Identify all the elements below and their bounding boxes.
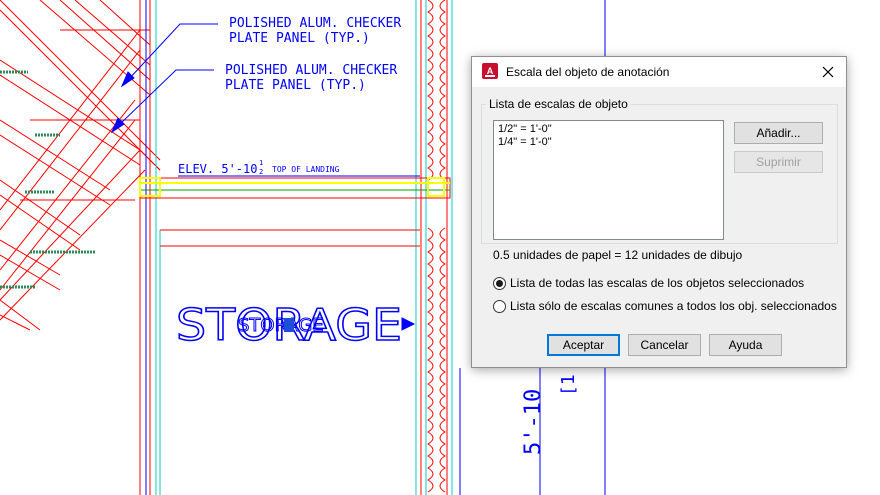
radio-all-scales-button[interactable] — [493, 276, 506, 290]
close-button[interactable] — [816, 61, 840, 83]
radio-all-scales[interactable]: Lista de todas las escalas de los objeto… — [493, 276, 804, 290]
stair-nosing-marks — [0, 70, 95, 289]
ok-button[interactable]: Aceptar — [547, 334, 620, 356]
grip-handle[interactable] — [284, 318, 294, 332]
scale-listbox[interactable]: 1/2" = 1'-0" 1/4" = 1'-0" — [493, 120, 724, 240]
dialog-title: Escala del objeto de anotación — [506, 65, 670, 79]
annotation-scale-dialog: A Escala del objeto de anotación Lista d… — [471, 56, 847, 368]
svg-text:A: A — [487, 66, 494, 76]
room-label-small: STORAGE — [238, 315, 324, 336]
scale-ratio-text: 0.5 unidades de papel = 12 unidades de d… — [493, 248, 743, 262]
cancel-button[interactable]: Cancelar — [628, 334, 701, 356]
elevation-suffix: TOP OF LANDING — [272, 165, 340, 174]
radio-common-scales-button[interactable] — [493, 299, 506, 313]
add-scale-button[interactable]: Añadir... — [734, 122, 823, 144]
note-1-line-2: PLATE PANEL (TYP.) — [229, 31, 370, 46]
dialog-titlebar[interactable]: A Escala del objeto de anotación — [472, 57, 846, 87]
note-1-line-1: POLISHED ALUM. CHECKER — [229, 16, 401, 31]
help-button[interactable]: Ayuda — [709, 334, 782, 356]
landing-slab — [139, 175, 451, 247]
radio-common-scales-label: Lista sólo de escalas comunes a todos lo… — [510, 299, 837, 313]
insulation-pattern — [427, 0, 446, 493]
note-2-line-2: PLATE PANEL (TYP.) — [225, 78, 366, 93]
elevation-fraction-num: 1 — [259, 159, 263, 167]
list-item[interactable]: 1/4" = 1'-0" — [498, 136, 719, 149]
stair-hatching — [0, 0, 161, 331]
note-2-line-1: POLISHED ALUM. CHECKER — [225, 63, 397, 78]
radio-common-scales[interactable]: Lista sólo de escalas comunes a todos lo… — [493, 299, 837, 313]
radio-all-scales-label: Lista de todas las escalas de los objeto… — [510, 276, 805, 290]
list-item[interactable]: 1/2" = 1'-0" — [498, 123, 719, 136]
elevation-fraction-den: 2 — [259, 168, 263, 176]
autocad-app-icon: A — [482, 63, 498, 79]
remove-scale-button[interactable]: Suprimir — [734, 151, 823, 173]
scale-list-group-label: Lista de escalas de objeto — [486, 97, 631, 111]
vertical-dimension: 5'-10 — [521, 389, 546, 455]
vertical-dimension-2: [1 — [558, 374, 579, 396]
close-icon — [822, 66, 834, 78]
elevation-label: ELEV. 5'-10 — [178, 162, 257, 176]
